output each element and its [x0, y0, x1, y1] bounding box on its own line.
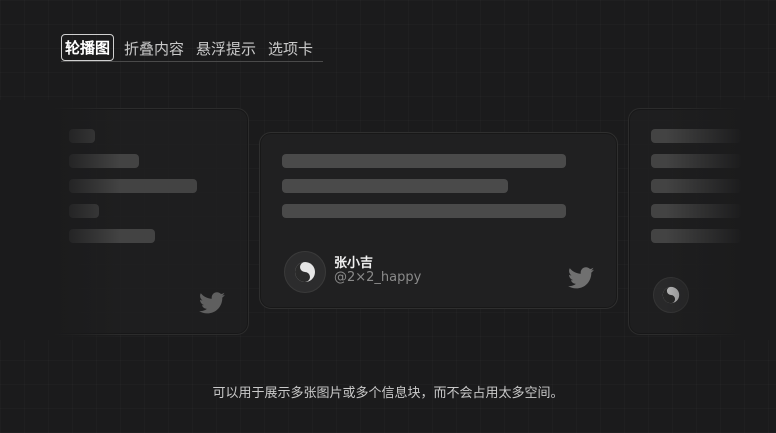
tab-bar: 轮播图 折叠内容 悬浮提示 选项卡 [61, 34, 324, 62]
avatar [653, 277, 689, 313]
text-placeholder [69, 154, 139, 168]
tab-collapse[interactable]: 折叠内容 [122, 37, 186, 61]
yin-yang-icon [662, 286, 680, 304]
avatar [284, 251, 326, 293]
user-handle: @2×2_happy [334, 270, 422, 285]
carousel-card-previous[interactable] [30, 108, 249, 335]
text-placeholder [69, 129, 95, 143]
caption: 可以用于展示多张图片或多个信息块，而不会占用太多空间。 [212, 386, 564, 401]
text-placeholder [69, 204, 99, 218]
text-placeholder [282, 204, 566, 218]
text-placeholder [282, 179, 508, 193]
text-placeholder [282, 154, 566, 168]
tab-tooltip[interactable]: 悬浮提示 [194, 37, 258, 61]
tab-carousel[interactable]: 轮播图 [61, 34, 115, 61]
twitter-icon [568, 267, 594, 289]
user-name: 张小吉 [334, 256, 374, 271]
text-placeholder [69, 179, 197, 193]
carousel[interactable]: 张小吉 @2×2_happy [0, 100, 776, 340]
tab-tabs[interactable]: 选项卡 [266, 37, 315, 61]
carousel-card-next[interactable] [628, 108, 776, 335]
yin-yang-icon [295, 262, 315, 282]
text-placeholder [69, 229, 155, 243]
text-placeholder [651, 129, 741, 143]
twitter-icon [199, 292, 225, 314]
text-placeholder [651, 229, 741, 243]
carousel-card-current[interactable]: 张小吉 @2×2_happy [259, 132, 618, 309]
text-placeholder [651, 154, 741, 168]
text-placeholder [651, 179, 741, 193]
text-placeholder [651, 204, 741, 218]
